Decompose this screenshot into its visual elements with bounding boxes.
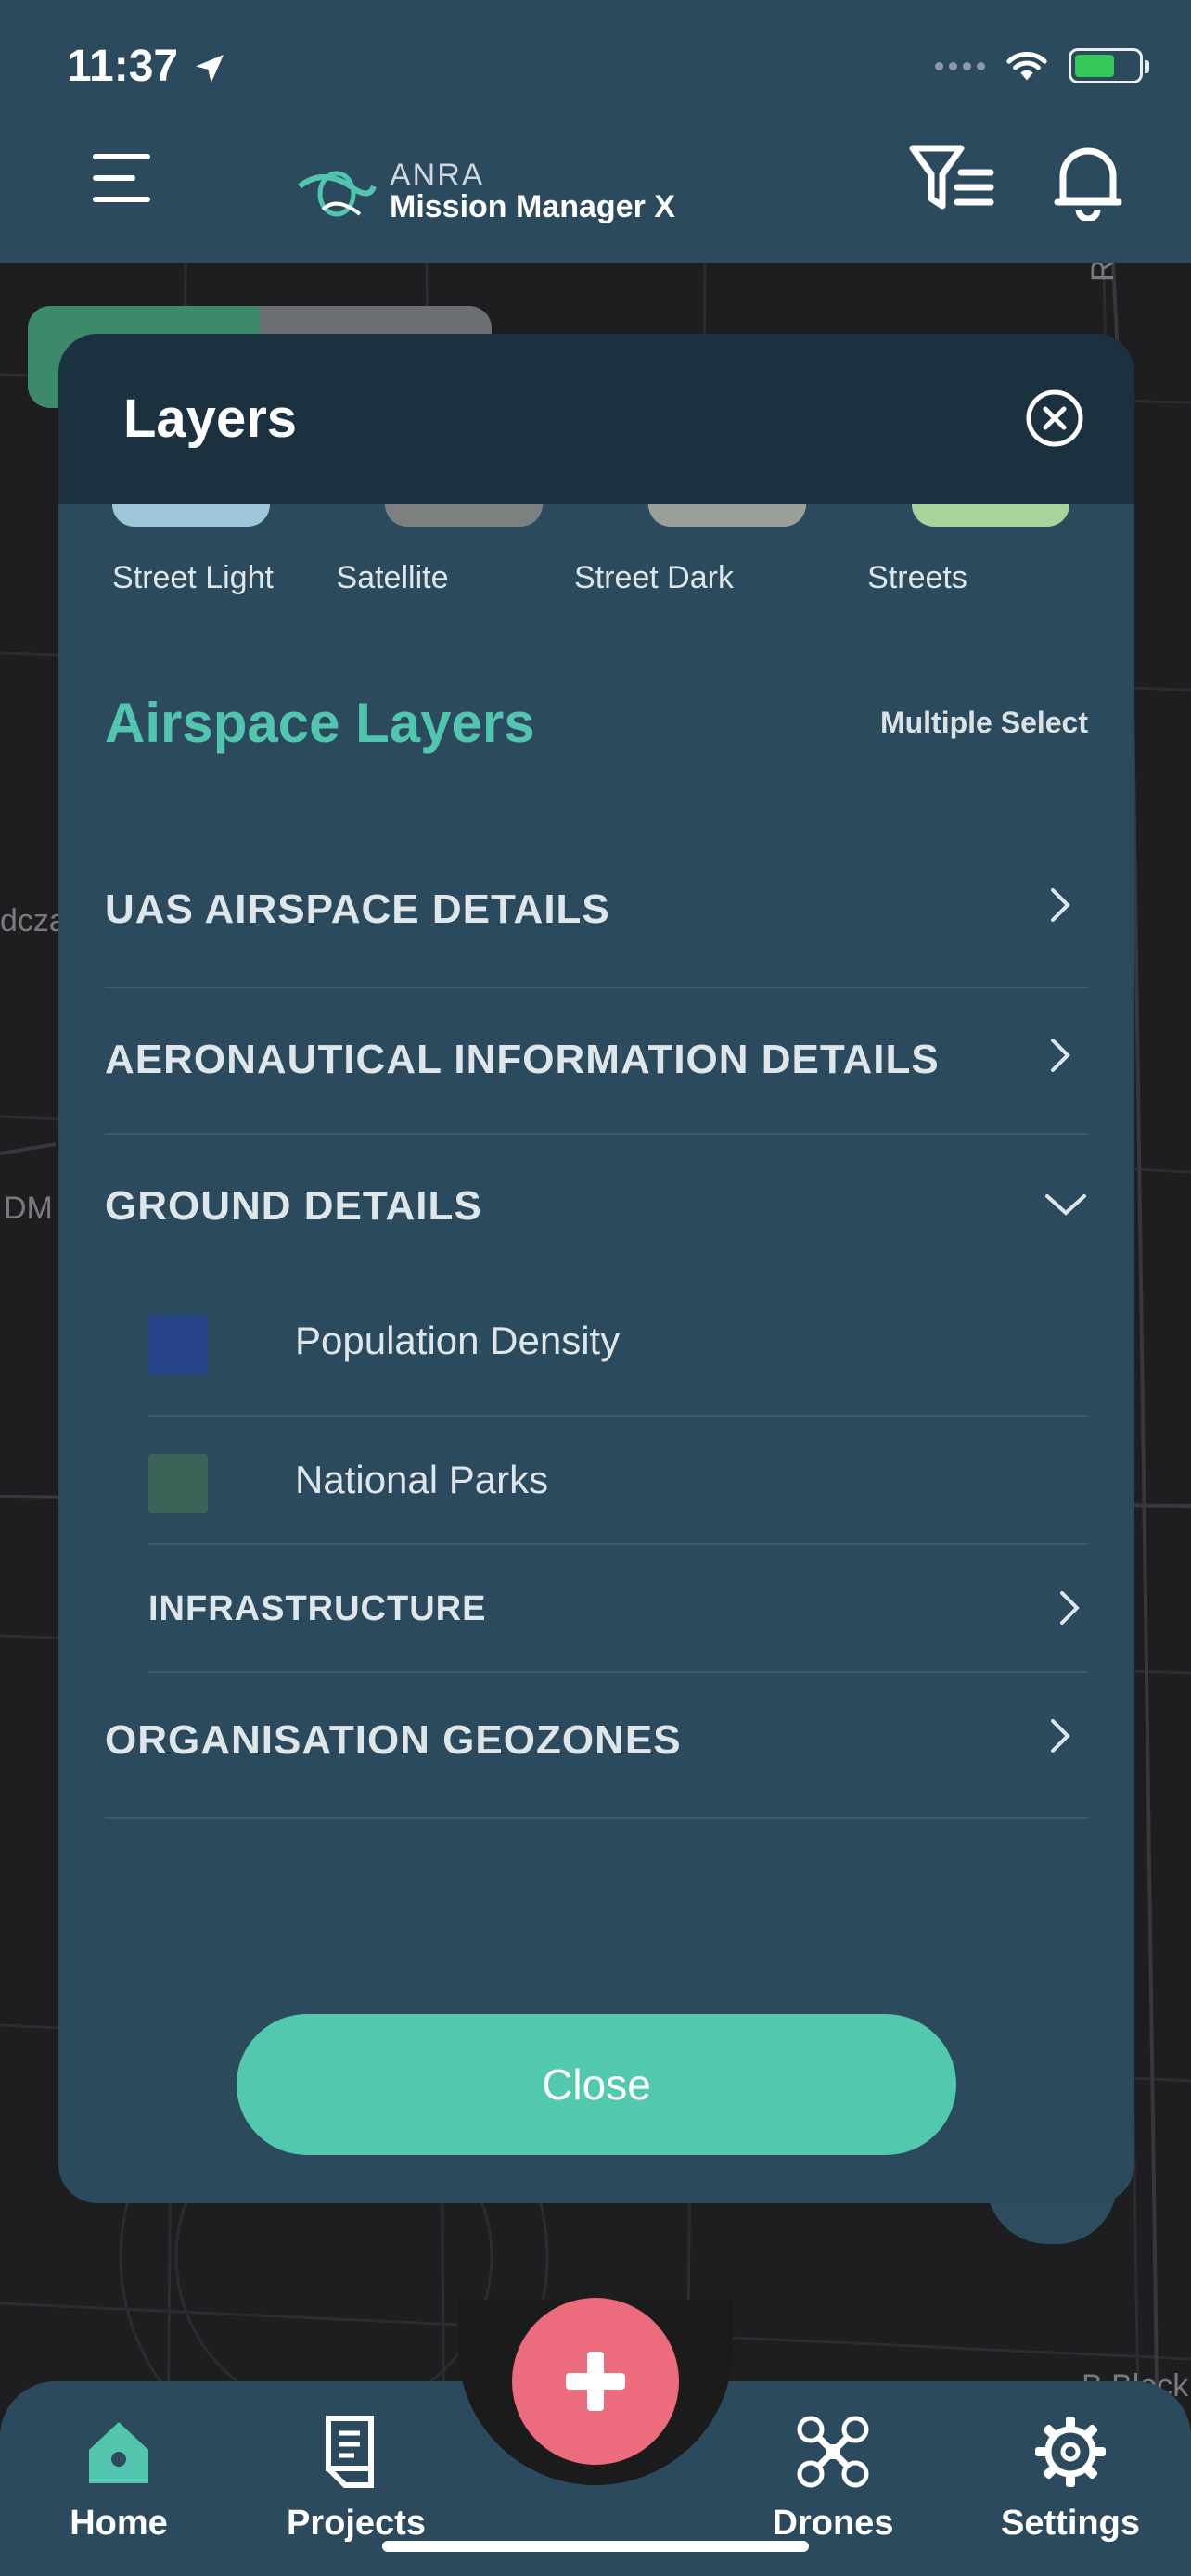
ground-layer-item[interactable]: National Parks	[148, 1417, 1088, 1545]
map-style-streets[interactable]	[912, 504, 1069, 527]
plus-icon	[566, 2352, 625, 2411]
chevron-down-icon	[1045, 1194, 1086, 1216]
app-logo: ANRA Mission Manager X	[295, 154, 675, 228]
layer-color-swatch	[148, 1454, 208, 1513]
ground-layer-label: National Parks	[295, 1458, 549, 1501]
tab-settings[interactable]: Settings	[978, 2413, 1163, 2544]
map-style-street-light[interactable]	[112, 504, 270, 527]
wifi-icon	[1006, 52, 1047, 81]
location-arrow-icon	[196, 55, 224, 83]
add-button[interactable]	[512, 2298, 679, 2465]
status-time: 11:37	[67, 42, 179, 91]
logo-product: Mission Manager X	[390, 189, 675, 224]
app-header: 11:37 ANRA Mission Manager X	[0, 0, 1191, 263]
chevron-right-icon	[1060, 1591, 1080, 1625]
map-style-street-dark[interactable]	[648, 504, 806, 527]
section-title: Airspace Layers	[105, 692, 535, 754]
battery-icon	[1069, 48, 1149, 83]
chevron-right-icon	[1051, 1719, 1070, 1753]
tab-label: Projects	[287, 2504, 426, 2543]
chevron-right-icon	[1051, 1039, 1070, 1072]
anra-logo-icon	[298, 171, 377, 217]
tab-label: Drones	[772, 2504, 894, 2543]
layer-row-label: ORGANISATION GEOZONES	[105, 1717, 682, 1763]
close-circle-icon[interactable]	[1025, 389, 1084, 448]
layers-modal: Layers Street Light Satellite Street Dar…	[58, 334, 1134, 2203]
status-icons	[935, 48, 1149, 83]
tab-label: Home	[70, 2504, 168, 2543]
tab-projects[interactable]: Projects	[263, 2413, 449, 2544]
tab-label: Settings	[1001, 2504, 1140, 2543]
ground-layer-label: INFRASTRUCTURE	[148, 1589, 487, 1628]
layer-row-label: UAS AIRSPACE DETAILS	[105, 886, 610, 932]
modal-title: Layers	[123, 389, 298, 449]
modal-header: Layers	[58, 334, 1134, 504]
map-style-label[interactable]: Satellite	[261, 560, 524, 596]
map-style-selector: Street Light Satellite Street Dark Stree…	[58, 504, 1134, 625]
logo-brand: ANRA	[390, 158, 485, 193]
gear-icon	[1035, 2417, 1106, 2487]
layer-row-label: GROUND DETAILS	[105, 1183, 482, 1229]
notification-bell-icon[interactable]	[1054, 141, 1122, 221]
ground-layer-label: Population Density	[295, 1319, 621, 1362]
layer-row-ground-details[interactable]: GROUND DETAILS	[105, 1135, 1088, 1274]
ground-layer-infrastructure[interactable]: INFRASTRUCTURE	[148, 1545, 1088, 1673]
close-button[interactable]: Close	[237, 2014, 956, 2155]
multiple-select-toggle[interactable]: Multiple Select	[880, 706, 1088, 740]
chevron-right-icon	[1051, 888, 1070, 922]
layer-color-swatch	[148, 1315, 208, 1374]
tab-home[interactable]: Home	[26, 2413, 211, 2544]
map-label: DM	[4, 1191, 53, 1226]
filter-list-icon[interactable]	[909, 145, 994, 213]
home-icon	[89, 2422, 148, 2483]
drone-icon	[797, 2416, 869, 2488]
projects-document-icon	[326, 2416, 374, 2488]
home-indicator	[382, 2541, 809, 2552]
map-label: Road	[1085, 263, 1121, 282]
menu-button[interactable]	[93, 154, 154, 206]
layer-row-uas-airspace[interactable]: UAS AIRSPACE DETAILS	[105, 835, 1088, 988]
ground-layer-item[interactable]: Population Density	[148, 1274, 1088, 1417]
map-label: dcza	[0, 903, 67, 938]
layer-row-organisation-geozones[interactable]: ORGANISATION GEOZONES	[105, 1673, 1088, 1819]
map-style-satellite[interactable]	[385, 504, 543, 527]
cellular-signal-icon	[935, 61, 985, 70]
tab-drones[interactable]: Drones	[740, 2413, 926, 2544]
map-style-label[interactable]: Street Dark	[522, 560, 786, 596]
layer-row-aeronautical[interactable]: AERONAUTICAL INFORMATION DETAILS	[105, 988, 1088, 1135]
layer-row-label: AERONAUTICAL INFORMATION DETAILS	[105, 1037, 940, 1082]
map-style-label[interactable]: Streets	[786, 560, 1049, 596]
